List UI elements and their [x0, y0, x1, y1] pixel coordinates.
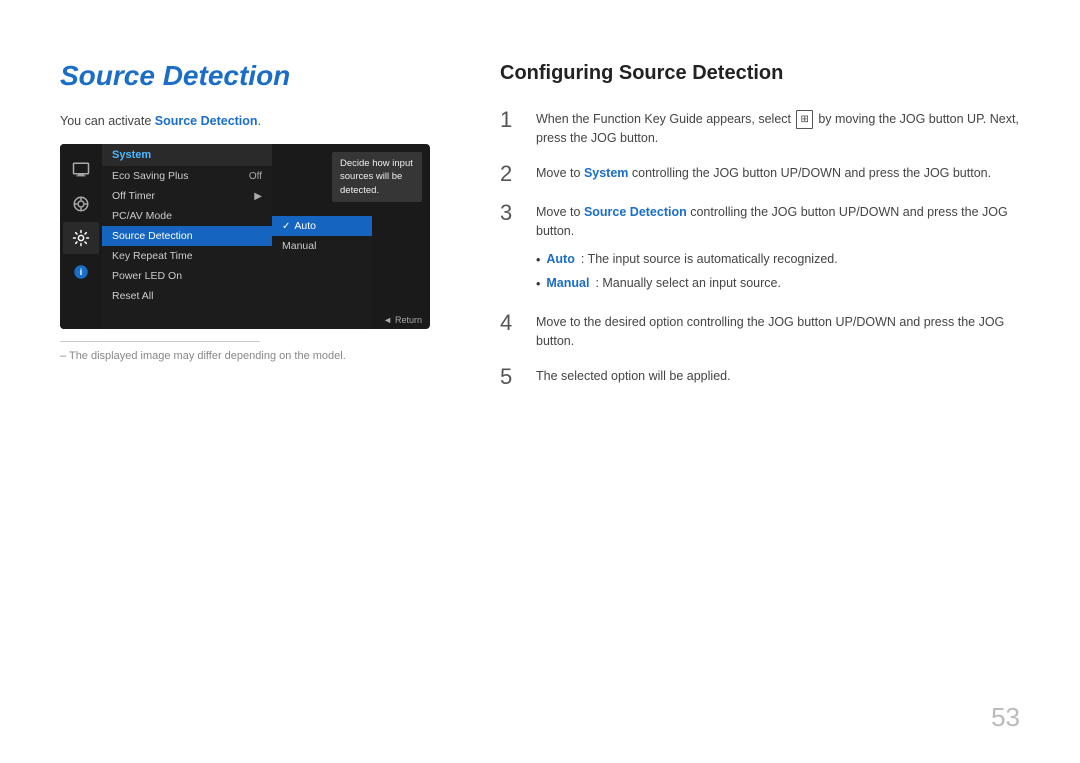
- submenu-item-manual: Manual: [272, 236, 372, 256]
- step-3-bold: Source Detection: [584, 205, 687, 219]
- menu-header: System: [102, 144, 272, 166]
- submenu-panel: ✓ Auto Manual: [272, 216, 372, 329]
- menu-item-offtimer-arrow: ▶: [254, 191, 262, 202]
- menu-item-eco-value: Off: [249, 171, 262, 182]
- step-2-bold: System: [584, 166, 628, 180]
- return-bar: ◄ Return: [383, 315, 422, 325]
- submenu-item-auto: ✓ Auto: [272, 216, 372, 236]
- sidebar-icon-display: [63, 154, 99, 186]
- menu-item-powerled-label: Power LED On: [112, 270, 182, 282]
- sidebar-icons: i: [60, 144, 102, 329]
- left-column: Source Detection You can activate Source…: [60, 60, 440, 723]
- intro-prefix: You can activate: [60, 114, 155, 128]
- intro-bold: Source Detection: [155, 114, 258, 128]
- menu-item-sourcedetection-label: Source Detection: [112, 230, 193, 242]
- step-5-number: 5: [500, 364, 522, 390]
- sidebar-icon-picture: [63, 188, 99, 220]
- menu-item-sourcedetection: Source Detection: [102, 226, 272, 246]
- step-4-number: 4: [500, 310, 522, 336]
- bullet-auto-text: : The input source is automatically reco…: [581, 250, 838, 269]
- intro-text: You can activate Source Detection.: [60, 114, 440, 128]
- step-3-number: 3: [500, 200, 522, 226]
- bullet-auto-label: Auto: [546, 250, 574, 269]
- bullet-auto: Auto : The input source is automatically …: [536, 250, 1020, 270]
- page-title: Source Detection: [60, 60, 440, 92]
- step-3-text: Move to Source Detection controlling the…: [536, 200, 1020, 241]
- step-1-number: 1: [500, 107, 522, 133]
- svg-text:i: i: [80, 267, 83, 277]
- section-title: Configuring Source Detection: [500, 62, 1020, 85]
- bullet-list: Auto : The input source is automatically …: [536, 250, 1020, 294]
- step-3: 3 Move to Source Detection controlling t…: [500, 200, 1020, 241]
- steps-list: 1 When the Function Key Guide appears, s…: [500, 107, 1020, 390]
- page-number: 53: [991, 702, 1020, 733]
- menu-item-keyrepeat-label: Key Repeat Time: [112, 250, 193, 262]
- bullet-manual-text: : Manually select an input source.: [595, 274, 781, 293]
- step-1: 1 When the Function Key Guide appears, s…: [500, 107, 1020, 148]
- menu-item-reset-label: Reset All: [112, 290, 153, 302]
- menu-item-offtimer: Off Timer ▶: [102, 186, 272, 206]
- step-4: 4 Move to the desired option controlling…: [500, 310, 1020, 351]
- menu-panel: System Eco Saving Plus Off Off Timer ▶ P…: [102, 144, 272, 329]
- menu-item-pcav: PC/AV Mode: [102, 206, 272, 226]
- bullet-manual: Manual : Manually select an input source.: [536, 274, 1020, 294]
- check-icon: ✓: [282, 221, 290, 232]
- menu-item-reset: Reset All: [102, 286, 272, 306]
- monitor-ui: i System Eco Saving Plus Off Off Timer ▶…: [60, 144, 430, 329]
- jog-icon: ⊞: [796, 110, 812, 129]
- step-2: 2 Move to System controlling the JOG but…: [500, 161, 1020, 187]
- intro-suffix: .: [258, 114, 261, 128]
- return-label: Return: [395, 315, 422, 325]
- tooltip-box: Decide how input sources will be detecte…: [332, 152, 422, 202]
- right-column: Configuring Source Detection 1 When the …: [500, 60, 1020, 723]
- step-1-text: When the Function Key Guide appears, sel…: [536, 107, 1020, 148]
- submenu-auto-label: Auto: [294, 220, 316, 232]
- step-4-text: Move to the desired option controlling t…: [536, 310, 1020, 351]
- sidebar-icon-system: [63, 222, 99, 254]
- menu-item-pcav-label: PC/AV Mode: [112, 210, 172, 222]
- divider-line: [60, 341, 260, 342]
- step-5-text: The selected option will be applied.: [536, 364, 731, 386]
- footnote: – The displayed image may differ dependi…: [60, 350, 440, 362]
- menu-item-offtimer-label: Off Timer: [112, 190, 155, 202]
- menu-item-eco-label: Eco Saving Plus: [112, 170, 188, 182]
- step-5: 5 The selected option will be applied.: [500, 364, 1020, 390]
- step-2-text: Move to System controlling the JOG butto…: [536, 161, 991, 183]
- menu-item-eco: Eco Saving Plus Off: [102, 166, 272, 186]
- sidebar-icon-info: i: [63, 256, 99, 288]
- return-arrow-icon: ◄: [383, 315, 392, 325]
- bullet-manual-label: Manual: [546, 274, 589, 293]
- menu-item-keyrepeat: Key Repeat Time: [102, 246, 272, 266]
- menu-item-powerled: Power LED On: [102, 266, 272, 286]
- submenu-manual-label: Manual: [282, 240, 316, 252]
- step-2-number: 2: [500, 161, 522, 187]
